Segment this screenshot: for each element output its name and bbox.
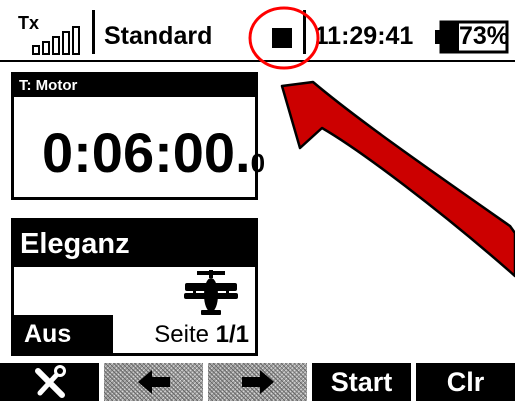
status-separator [92, 10, 95, 54]
status-separator [303, 10, 306, 54]
timer-panel[interactable]: T: Motor 0:06:00.0 [11, 72, 265, 200]
model-name: Eleganz [14, 221, 255, 267]
timer-value: 0:06:00.0 [42, 125, 265, 181]
timer-main: 0:06:00. [42, 121, 251, 184]
stop-icon[interactable] [272, 28, 292, 48]
annotation-arrow [280, 80, 515, 278]
clock: 11:29:41 [314, 22, 414, 50]
mode-badge: Aus [14, 315, 113, 353]
timer-title: T: Motor [14, 75, 255, 97]
profile-name: Standard [104, 22, 213, 50]
page-indicator: Seite 1/1 [154, 323, 249, 347]
page-value: 1/1 [215, 321, 249, 348]
arrow-left-icon [137, 370, 170, 394]
tools-icon [34, 365, 66, 398]
model-panel[interactable]: Eleganz Aus Seite 1/1 [11, 218, 258, 356]
tools-button[interactable] [0, 363, 99, 401]
start-button[interactable]: Start [312, 363, 411, 401]
battery-percent: 73% [459, 22, 510, 50]
airplane-icon [184, 270, 238, 315]
softkey-bar: Start Clr [0, 363, 515, 401]
clear-button[interactable]: Clr [416, 363, 515, 401]
signal-strength-icon [32, 26, 80, 55]
arrow-right-icon [241, 370, 274, 394]
right-button[interactable] [208, 363, 307, 401]
status-divider [0, 60, 515, 62]
timer-decimal: 0 [250, 148, 266, 178]
page-label: Seite [154, 321, 209, 348]
status-bar: Tx Standard 11:29:41 73% [0, 0, 515, 62]
left-button[interactable] [104, 363, 203, 401]
